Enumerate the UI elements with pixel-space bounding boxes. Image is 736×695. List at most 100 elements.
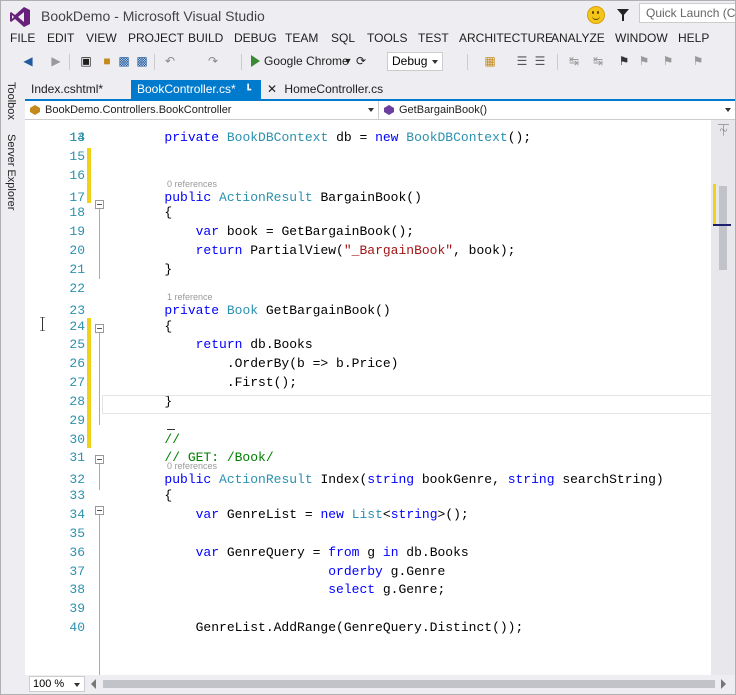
clear-bookmarks-icon[interactable]: ⚑ [691, 54, 705, 68]
menu-file[interactable]: FILE [10, 31, 35, 45]
line-number: 26 [69, 356, 85, 371]
start-debugging-icon[interactable] [251, 55, 260, 67]
menu-window[interactable]: WINDOW [615, 31, 668, 45]
bookmark-window-icon[interactable]: ☰ [515, 54, 529, 68]
horizontal-scrollbar-thumb[interactable] [103, 680, 715, 688]
code-line: 18 { [25, 204, 715, 222]
split-window-icon[interactable]: ⏇ [718, 122, 729, 138]
next-bookmark-icon[interactable]: ⚑ [661, 54, 675, 68]
collapse-icon[interactable] [95, 324, 104, 333]
previous-bookmark-icon[interactable]: ⚑ [637, 54, 651, 68]
member-dropdown-value: GetBargainBook() [399, 104, 488, 116]
menu-analyze[interactable]: ANALYZE [551, 31, 605, 45]
change-marker [87, 318, 91, 448]
code-editor[interactable]: 13 14 private BookDBContext db = new Boo… [25, 120, 735, 675]
type-dropdown[interactable]: BookDemo.Controllers.BookController [25, 101, 379, 119]
menu-view[interactable]: VIEW [86, 31, 117, 45]
menu-architecture[interactable]: ARCHITECTURE [459, 31, 553, 45]
code-line: 21 } [25, 261, 715, 279]
line-number: 24 [69, 319, 85, 334]
code-text: .First(); [102, 374, 297, 392]
menu-sql[interactable]: SQL [331, 31, 355, 45]
quick-launch-input[interactable]: Quick Launch (Ctrl+Q) [639, 3, 735, 23]
menu-edit[interactable]: EDIT [47, 31, 74, 45]
code-token: { [102, 205, 173, 220]
collapse-icon[interactable] [95, 455, 104, 464]
code-token: ActionResult [219, 190, 313, 205]
menu-help[interactable]: HELP [678, 31, 709, 45]
refresh-browser-icon[interactable]: ⟳ [354, 54, 368, 68]
save-icon[interactable]: ▩ [117, 54, 131, 68]
collapse-icon[interactable] [95, 506, 104, 515]
toolbox-tab[interactable]: Toolbox [5, 82, 17, 120]
code-text: var GenreList = new List<string>(); [102, 506, 469, 524]
menu-test[interactable]: TEST [418, 31, 449, 45]
menu-debug[interactable]: DEBUG [234, 31, 277, 45]
pin-icon[interactable]: ┗ [245, 81, 251, 100]
run-target-dropdown[interactable]: Google Chrome [264, 54, 349, 68]
undo-icon[interactable]: ↶ [163, 54, 177, 68]
new-project-icon[interactable]: ▣ [79, 54, 93, 68]
menu-tools[interactable]: TOOLS [367, 31, 407, 45]
menu-team[interactable]: TEAM [285, 31, 318, 45]
code-token: BargainBook() [312, 190, 422, 205]
solution-configuration-dropdown[interactable]: Debug [387, 52, 443, 71]
zoom-dropdown[interactable]: 100 % [29, 676, 85, 692]
code-token: new [375, 130, 407, 145]
menu-build[interactable]: BUILD [188, 31, 223, 45]
server-explorer-tab[interactable]: Server Explorer [5, 134, 17, 210]
brace-match-indicator [167, 429, 175, 430]
tab-index-cshtml[interactable]: Index.cshtml* [25, 80, 131, 99]
back-icon[interactable]: ◀ [21, 54, 35, 68]
code-token: db.Books [250, 337, 313, 352]
toolbar-separator [241, 54, 242, 70]
tab-bookcontroller-cs[interactable]: BookController.cs* ┗ ✕ [131, 80, 261, 116]
move-to-previous-icon[interactable]: ↹ [567, 54, 581, 68]
code-token: .First(); [102, 375, 298, 390]
move-to-next-icon[interactable]: ↹ [591, 54, 605, 68]
code-token: } [102, 262, 173, 277]
scrollbar-thumb[interactable] [719, 186, 727, 270]
bookmark-icon[interactable]: ⚑ [617, 54, 631, 68]
forward-icon[interactable]: ▶ [49, 54, 63, 68]
comment-out-icon[interactable]: ☰ [533, 54, 547, 68]
tab-homecontroller-cs[interactable]: ✕ HomeController.cs [261, 80, 391, 99]
member-dropdown[interactable]: GetBargainBook() [379, 101, 735, 119]
tab-label: BookController.cs* [137, 82, 236, 96]
notifications-filter-icon[interactable] [617, 9, 629, 21]
redo-icon[interactable]: ↷ [206, 54, 220, 68]
vertical-scrollbar[interactable]: ⏇ [711, 120, 735, 675]
scroll-right-icon[interactable] [721, 679, 726, 689]
code-token: BookDBContext [406, 130, 508, 145]
close-icon[interactable]: ✕ [267, 80, 277, 99]
code-token: searchString) [562, 472, 664, 487]
run-target-dropdown-arrow-icon[interactable]: ▼ [341, 54, 355, 68]
code-line: 24 { [25, 318, 715, 336]
code-token: string [507, 472, 563, 487]
code-lens-references[interactable]: 0 references [167, 179, 217, 189]
save-all-icon[interactable]: ▩ [135, 54, 149, 68]
line-number: 34 [69, 507, 85, 522]
menu-project[interactable]: PROJECT [128, 31, 184, 45]
type-dropdown-value: BookDemo.Controllers.BookController [45, 104, 232, 116]
navigation-bar: BookDemo.Controllers.BookController GetB… [25, 101, 735, 120]
line-number: 16 [69, 168, 85, 183]
code-line: 14 private BookDBContext db = new BookDB… [25, 129, 715, 147]
code-line: 16 [25, 167, 715, 185]
open-folder-icon[interactable]: ■ [100, 54, 114, 68]
code-line-partial: 13 [25, 120, 715, 145]
code-token: >(); [437, 507, 469, 522]
find-in-files-icon[interactable]: ▦ [483, 54, 497, 68]
change-marker [87, 148, 91, 203]
line-number: 14 [69, 130, 85, 145]
collapse-icon[interactable] [95, 200, 104, 209]
code-lens-references[interactable]: 0 references [167, 461, 217, 471]
scroll-left-icon[interactable] [91, 679, 96, 689]
outline-guide [99, 333, 100, 425]
code-lens-references[interactable]: 1 reference [167, 292, 213, 302]
feedback-smiley-icon[interactable] [587, 6, 605, 24]
